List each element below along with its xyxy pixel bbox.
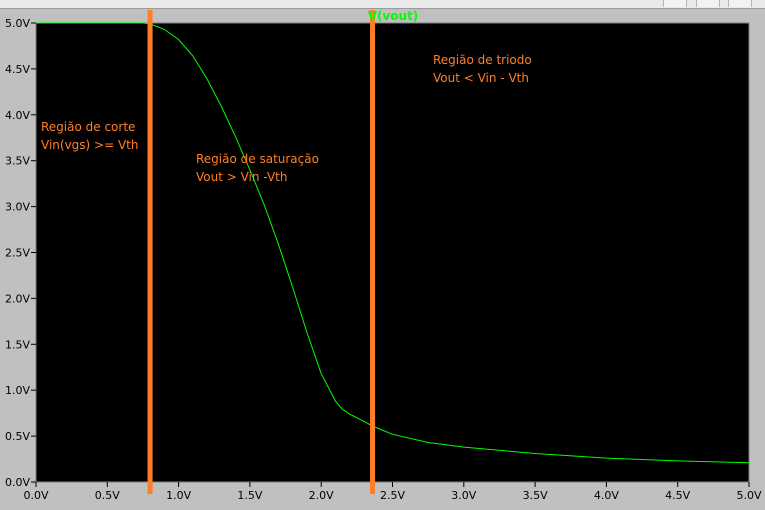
x-tick-label: 1.0V (166, 489, 191, 502)
y-tick-label: 2.5V (5, 247, 30, 260)
y-tick-label: 3.0V (5, 201, 30, 214)
y-tick-label: 4.0V (5, 109, 30, 122)
y-tick-label: 4.5V (5, 63, 30, 76)
y-tick-label: 0.0V (5, 476, 30, 489)
x-tick-label: 3.0V (451, 489, 476, 502)
y-tick-label: 2.0V (5, 292, 30, 305)
waveform-chart: 0.0V 0.5V 1.0V 1.5V 2.0V 2.5V 3.0V 3.5V 4.0V 4.5V… (5, 9, 762, 502)
x-axis: 0.0V 0.5V 1.0V 1.5V 2.0V 2.5V 3.0V 3.5V 4.0V 4.5V… (23, 482, 762, 502)
x-tick-label: 0.0V (23, 489, 48, 502)
x-tick-label: 5.0V (736, 489, 761, 502)
y-tick-label: 3.5V (5, 155, 30, 168)
y-axis: 0.0V 0.5V 1.0V 1.5V 2.0V 2.5V 3.0V 3.5V 4.0V 4.5V… (5, 17, 36, 489)
y-tick-label: 5.0V (5, 17, 30, 30)
region-annotation-line: Região de saturação (196, 152, 319, 166)
region-annotation-line: Região de corte (41, 120, 135, 134)
ltspice-plot-window: 0.0V 0.5V 1.0V 1.5V 2.0V 2.5V 3.0V 3.5V 4.0V 4.5V… (0, 0, 765, 510)
y-tick-label: 1.5V (5, 338, 30, 351)
x-tick-label: 3.5V (523, 489, 548, 502)
plot-area (35, 22, 750, 483)
trace-label-vout[interactable]: V(vout) (368, 9, 419, 23)
region-annotation-line: Vout < Vin - Vth (433, 71, 529, 85)
x-tick-label: 1.5V (237, 489, 262, 502)
x-tick-label: 4.0V (594, 489, 619, 502)
y-tick-label: 0.5V (5, 430, 30, 443)
region-annotation-line: Vin(vgs) >= Vth (41, 138, 138, 152)
x-tick-label: 0.5V (95, 489, 120, 502)
x-tick-label: 4.5V (665, 489, 690, 502)
region-annotation-line: Vout > Vin -Vth (196, 170, 287, 184)
y-tick-label: 1.0V (5, 384, 30, 397)
x-tick-label: 2.5V (380, 489, 405, 502)
x-tick-label: 2.0V (309, 489, 334, 502)
region-annotation-line: Região de triodo (433, 53, 532, 67)
